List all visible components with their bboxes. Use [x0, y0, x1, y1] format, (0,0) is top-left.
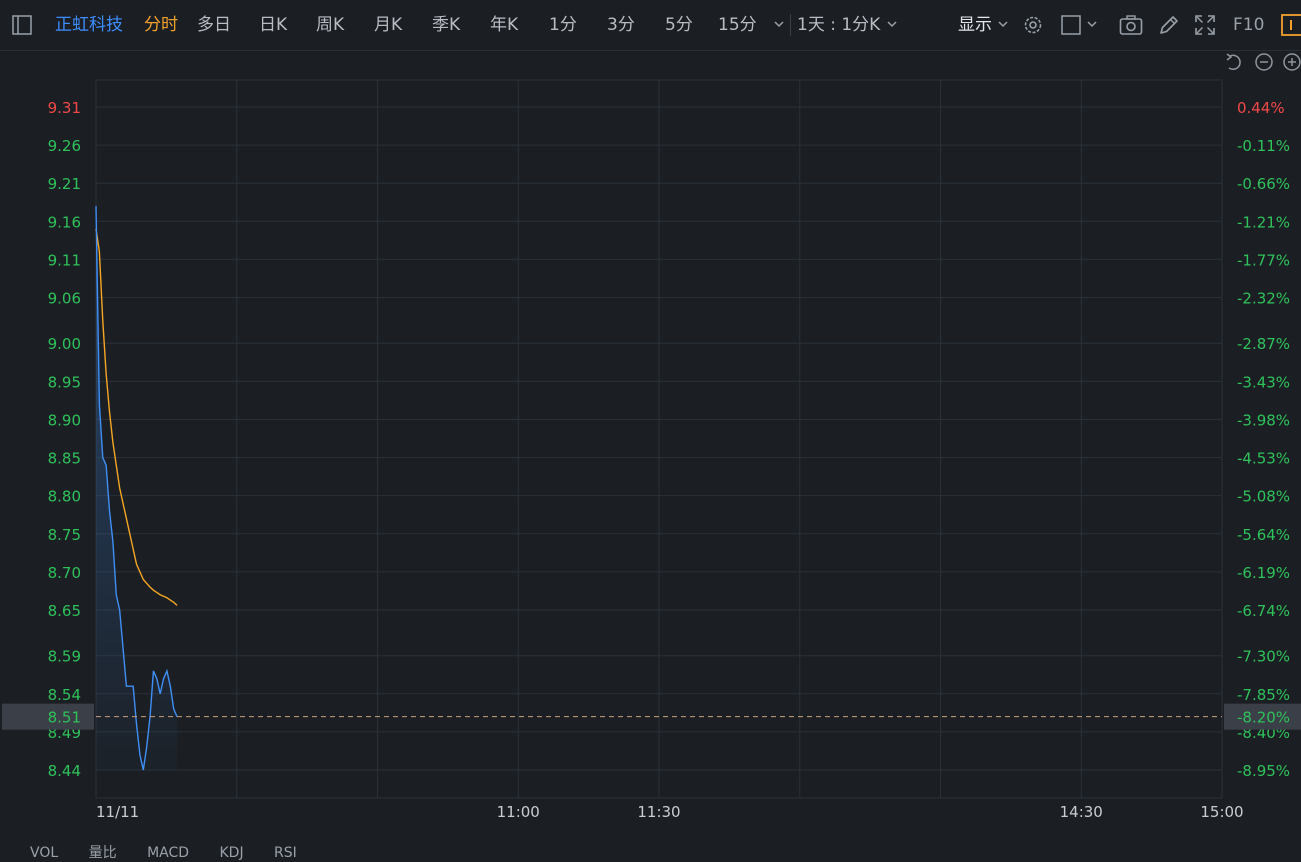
y-tick-label-pct: -7.30% — [1237, 648, 1290, 666]
x-tick-label: 11:30 — [637, 803, 680, 821]
gear-icon[interactable] — [1022, 14, 1044, 36]
y-tick-label-pct: -5.64% — [1237, 526, 1290, 544]
current-price-marker: 8.51 -8.20% — [2, 703, 1301, 730]
tab-month-k[interactable]: 月K — [374, 12, 402, 38]
panel-toggle-icon[interactable] — [1281, 14, 1301, 36]
chevron-down-icon[interactable] — [886, 20, 898, 30]
y-tick-label-pct: -3.98% — [1237, 411, 1290, 429]
x-tick-label: 11/11 — [96, 803, 139, 821]
chevron-down-icon[interactable] — [1086, 20, 1098, 30]
y-tick-label: 9.00 — [48, 335, 81, 353]
tab-year-k[interactable]: 年K — [490, 12, 518, 38]
y-tick-label: 8.65 — [48, 602, 81, 620]
reset-icon[interactable] — [1226, 53, 1241, 71]
y-tick-label-pct: -0.66% — [1237, 175, 1290, 193]
tab-kdj[interactable]: KDJ — [219, 845, 243, 861]
range-selector[interactable]: 1天 : 1分K — [797, 12, 880, 38]
y-tick-label-pct: -7.85% — [1237, 686, 1290, 704]
tab-1min[interactable]: 1分 — [549, 12, 577, 38]
current-pct-label: -8.20% — [1237, 709, 1290, 727]
y-tick-label: 9.26 — [48, 137, 81, 155]
y-tick-label-pct: -6.19% — [1237, 564, 1290, 582]
stock-name[interactable]: 正虹科技 — [55, 12, 123, 38]
y-tick-label: 9.16 — [48, 213, 81, 231]
tab-intraday[interactable]: 分时 — [144, 12, 178, 38]
tab-macd[interactable]: MACD — [147, 845, 189, 861]
intraday-chart-svg: 9.31 9.26 9.21 9.16 9.11 9.06 9.00 8.95 8.90 8.85… — [2, 53, 1301, 821]
tab-vol[interactable]: VOL — [30, 845, 58, 861]
x-tick-label: 14:30 — [1060, 803, 1103, 821]
square-icon[interactable] — [1061, 15, 1081, 35]
y-tick-label: 8.54 — [48, 686, 81, 704]
tab-5min[interactable]: 5分 — [665, 12, 693, 38]
x-tick-label: 15:00 — [1200, 803, 1243, 821]
y-tick-label-pct: -1.21% — [1237, 213, 1290, 231]
y-tick-label: 9.06 — [48, 290, 81, 308]
chart-grid — [95, 79, 1223, 799]
current-price-label: 8.51 — [48, 709, 81, 727]
tab-3min[interactable]: 3分 — [607, 12, 635, 38]
y-tick-label-pct: -4.53% — [1237, 450, 1290, 468]
y-tick-label: 8.75 — [48, 526, 81, 544]
y-tick-label-pct: -6.74% — [1237, 602, 1290, 620]
y-tick-label: 8.85 — [48, 450, 81, 468]
zoom-out-icon[interactable] — [1255, 53, 1273, 71]
chevron-down-icon[interactable] — [773, 20, 785, 30]
right-percent-axis: 0.44% -0.11% -0.66% -1.21% -1.77% -2.32% -2.87… — [1237, 99, 1290, 780]
y-tick-label-pct: -0.11% — [1237, 137, 1290, 155]
zoom-in-icon[interactable] — [1283, 53, 1301, 71]
pencil-icon[interactable] — [1158, 14, 1180, 36]
toolbar-divider — [790, 14, 791, 36]
y-tick-label-pct: -2.87% — [1237, 335, 1290, 353]
y-tick-label-pct: -1.77% — [1237, 251, 1290, 269]
y-tick-label-pct: -5.08% — [1237, 488, 1290, 506]
y-tick-label: 8.80 — [48, 488, 81, 506]
left-price-axis: 9.31 9.26 9.21 9.16 9.11 9.06 9.00 8.95 8.90 8.85… — [48, 99, 81, 780]
fullscreen-icon[interactable] — [1194, 14, 1216, 36]
indicator-tabs: VOL 量比 MACD KDJ RSI — [30, 842, 323, 862]
display-menu[interactable]: 显示 — [958, 12, 992, 38]
y-tick-label: 9.31 — [48, 99, 81, 117]
tab-day-k[interactable]: 日K — [259, 12, 287, 38]
y-tick-label: 8.90 — [48, 411, 81, 429]
chevron-down-icon[interactable] — [997, 20, 1009, 30]
y-tick-label-pct: -8.95% — [1237, 762, 1290, 780]
sidebar-toggle-icon[interactable] — [12, 15, 32, 35]
y-tick-label: 8.95 — [48, 373, 81, 391]
time-axis: 11/11 11:00 11:30 14:30 15:00 — [96, 803, 1244, 821]
y-tick-label: 9.21 — [48, 175, 81, 193]
tab-quarter-k[interactable]: 季K — [432, 12, 460, 38]
f10-button[interactable]: F10 — [1233, 12, 1264, 38]
tab-volume-ratio[interactable]: 量比 — [89, 845, 117, 861]
x-tick-label: 11:00 — [497, 803, 540, 821]
tab-rsi[interactable]: RSI — [274, 845, 297, 861]
y-tick-label-pct: -3.43% — [1237, 373, 1290, 391]
y-tick-label: 8.70 — [48, 564, 81, 582]
tab-multi-day[interactable]: 多日 — [197, 12, 231, 38]
tab-week-k[interactable]: 周K — [316, 12, 344, 38]
intraday-chart: 9.31 9.26 9.21 9.16 9.11 9.06 9.00 8.95 8.90 8.85… — [0, 50, 1301, 852]
camera-icon[interactable] — [1119, 14, 1143, 36]
y-tick-label: 9.11 — [48, 251, 81, 269]
y-tick-label: 8.59 — [48, 648, 81, 666]
y-tick-label-pct: 0.44% — [1237, 99, 1285, 117]
y-tick-label: 8.44 — [48, 762, 81, 780]
chart-toolbar: 正虹科技 分时 多日 日K 周K 月K 季K 年K 1分 3分 5分 15分 1… — [0, 0, 1301, 51]
y-tick-label-pct: -2.32% — [1237, 290, 1290, 308]
tab-15min[interactable]: 15分 — [718, 12, 757, 38]
